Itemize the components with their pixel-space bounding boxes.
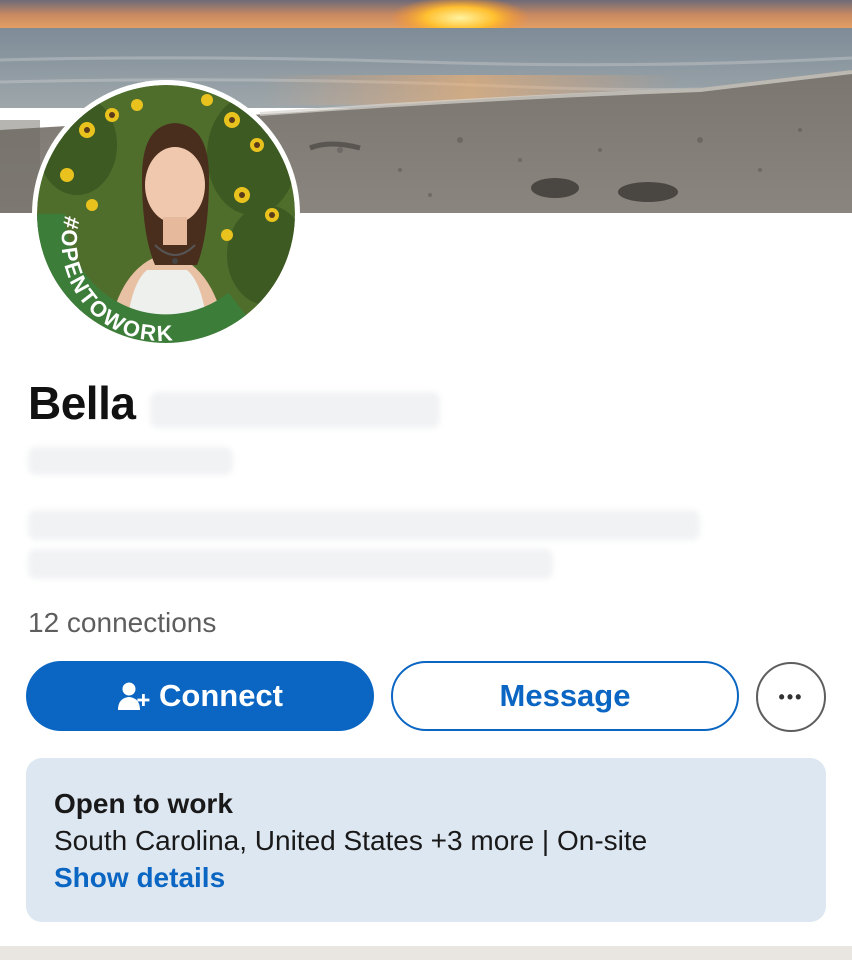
show-details-link[interactable]: Show details	[54, 860, 798, 896]
connections-count[interactable]: 12 connections	[28, 607, 216, 639]
more-actions-button[interactable]: •••	[756, 662, 826, 732]
profile-name: Bella	[28, 377, 136, 429]
section-divider	[0, 946, 852, 960]
avatar[interactable]: #OPENTOWORK	[37, 85, 295, 343]
redacted-headline	[28, 510, 700, 540]
open-to-work-detail: South Carolina, United States +3 more | …	[54, 825, 648, 856]
message-label: Message	[499, 678, 631, 713]
connect-button[interactable]: Connect	[26, 661, 374, 731]
redacted-location	[28, 549, 553, 579]
open-to-work-title: Open to work	[54, 788, 233, 819]
message-button[interactable]: Message	[391, 661, 739, 731]
open-to-work-card[interactable]: Open to work South Carolina, United Stat…	[26, 758, 826, 922]
profile-avatar-frame[interactable]: #OPENTOWORK	[32, 80, 300, 348]
redacted-pronouns	[28, 447, 233, 475]
redacted-last-name	[150, 392, 440, 428]
ellipsis-icon: •••	[778, 686, 804, 707]
add-person-icon	[117, 681, 151, 711]
connect-label: Connect	[159, 678, 283, 713]
